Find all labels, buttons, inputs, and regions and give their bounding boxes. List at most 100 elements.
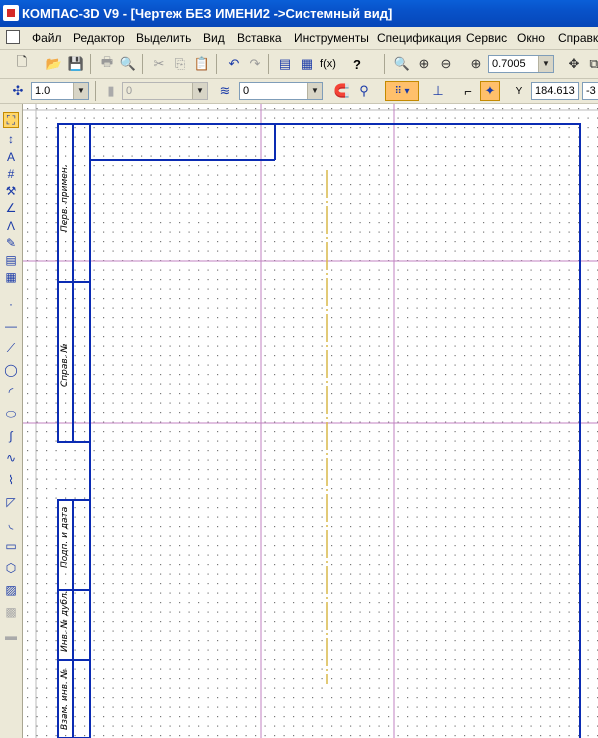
spec-icon[interactable]: ▤ — [3, 252, 19, 268]
separator — [142, 54, 143, 74]
separator — [384, 54, 385, 74]
redo-icon[interactable]: ↷ — [245, 54, 265, 74]
stamp-label-reference: Справ. № — [60, 343, 70, 387]
stamp-label-dup-inv: Инв. № дубл. — [60, 590, 70, 652]
dimension-icon[interactable]: ↕ — [3, 131, 19, 147]
zoom-in-icon[interactable]: ⊕ — [414, 54, 434, 74]
coord-x-field[interactable]: -3 — [582, 82, 598, 100]
separator — [90, 54, 91, 74]
save-icon[interactable]: 💾 — [66, 54, 86, 74]
menu-view[interactable]: Вид — [203, 31, 225, 45]
style-combo: 0 ▼ — [122, 82, 208, 100]
zoom-scale-icon[interactable]: ⊕ — [466, 54, 486, 74]
text-icon[interactable]: A — [3, 149, 19, 165]
print-preview-icon[interactable]: 🔍 — [118, 54, 138, 74]
layer-value: 0 — [243, 85, 250, 97]
separator — [216, 54, 217, 74]
menu-insert[interactable]: Вставка — [237, 31, 282, 45]
separator — [268, 54, 269, 74]
coord-y-value: 184.613 — [535, 85, 575, 97]
undo-icon[interactable]: ↶ — [224, 54, 244, 74]
circle-icon[interactable]: ◯ — [3, 362, 19, 378]
paste-icon[interactable]: 📋 — [192, 54, 212, 74]
snap-grid-icon[interactable]: ✦ — [480, 81, 500, 101]
ellipse-icon[interactable]: ⬭ — [3, 406, 19, 422]
document-icon[interactable] — [6, 30, 20, 44]
menu-help[interactable]: Справка — [558, 31, 598, 45]
layers-icon[interactable]: ≋ — [215, 81, 235, 101]
snap-local-icon[interactable]: ⚲ — [354, 81, 374, 101]
param-icon[interactable]: ∠ — [3, 200, 19, 216]
bezier-icon[interactable]: ∿ — [3, 450, 19, 466]
line-icon[interactable]: — — [3, 318, 19, 334]
coord-y-field[interactable]: 184.613 — [531, 82, 579, 100]
edit-icon[interactable]: ✎ — [3, 235, 19, 251]
manager-icon[interactable]: ▤ — [275, 54, 295, 74]
help-icon[interactable]: ? — [347, 54, 367, 74]
polygon-icon[interactable]: ⬡ — [3, 560, 19, 576]
zoom-icon[interactable]: 🔍 — [392, 54, 412, 74]
chevron-down-icon[interactable]: ▼ — [538, 56, 553, 72]
hatch2-icon[interactable]: ▨ — [3, 582, 19, 598]
scale-combo[interactable]: 1.0 ▼ — [31, 82, 89, 100]
magnet-icon[interactable]: 🧲 — [332, 81, 352, 101]
ortho-icon[interactable]: ⊥ — [428, 81, 448, 101]
separator — [95, 81, 96, 101]
zoom-out-icon[interactable]: ⊖ — [436, 54, 456, 74]
arc-tool-icon[interactable]: Λ — [3, 218, 19, 234]
menu-select[interactable]: Выделить — [136, 31, 191, 45]
drawing-canvas[interactable]: Перв. примен. Справ. № Подп. и дата Инв.… — [23, 104, 598, 738]
chevron-down-icon: ▼ — [192, 83, 207, 99]
menu-edit[interactable]: Редактор — [73, 31, 125, 45]
style-value: 0 — [126, 85, 133, 97]
round-icon[interactable]: ⌐ — [458, 81, 478, 101]
point-icon[interactable]: · — [3, 296, 19, 312]
new-document-icon[interactable]: 🗋 — [12, 54, 32, 74]
grid-dots — [23, 104, 598, 738]
copy-icon[interactable]: ⎘ — [170, 54, 190, 74]
arc-icon[interactable]: ◜ — [3, 384, 19, 400]
layer-combo[interactable]: 0 ▼ — [239, 82, 323, 100]
chevron-down-icon[interactable]: ▼ — [307, 83, 322, 99]
menu-service[interactable]: Сервис — [466, 31, 507, 45]
current-state-toolbar: ✣ 1.0 ▼ ▮ 0 ▼ ≋ 0 ▼ 🧲 ⚲ ⠿ ▾ ⊥ ⌐ ✦ Y 184.… — [0, 79, 598, 104]
rectangle-icon[interactable]: ▭ — [3, 538, 19, 554]
function-icon[interactable]: f(x) — [318, 54, 338, 74]
variables-icon[interactable]: ▦ — [297, 54, 317, 74]
spline-icon[interactable]: ∫ — [3, 428, 19, 444]
polyline-icon[interactable]: ⌇ — [3, 472, 19, 488]
standard-toolbar: 🗋 📂 💾 🖶 🔍 ✂ ⎘ 📋 ↶ ↷ ▤ ▦ f(x) ? 🔍 ⊕ ⊖ ⊕ 0… — [0, 50, 598, 79]
select-icon[interactable]: ⛶ — [3, 112, 19, 128]
chamfer-icon[interactable]: ◸ — [3, 494, 19, 510]
zoom-window-icon[interactable]: ⧉ — [584, 54, 598, 74]
hatch-icon[interactable]: # — [3, 166, 19, 182]
stamp-label-replace-inv: Взам. инв. № — [60, 668, 70, 730]
window-title: КОМПАС-3D V9 - [Чертеж БЕЗ ИМЕНИ2 ->Сист… — [22, 6, 393, 21]
grid-icon[interactable]: ⠿ ▾ — [385, 81, 419, 101]
fillet-icon[interactable]: ◟ — [3, 516, 19, 532]
scale-value: 1.0 — [35, 85, 51, 97]
zoom-value: 0.7005 — [492, 58, 526, 70]
drawing-svg[interactable] — [23, 104, 598, 738]
snap-icon[interactable]: ✣ — [8, 81, 28, 101]
menu-file[interactable]: Файл — [32, 31, 62, 45]
segment-icon[interactable]: ⟋ — [3, 340, 19, 356]
zoom-combo[interactable]: 0.7005 ▼ — [488, 55, 554, 73]
menu-specification[interactable]: Спецификация — [377, 31, 461, 45]
print-icon[interactable]: 🖶 — [97, 54, 117, 74]
cut-icon[interactable]: ✂ — [149, 54, 169, 74]
menu-window[interactable]: Окно — [517, 31, 545, 45]
cut-curve-icon: ▬ — [5, 629, 17, 643]
pan-icon[interactable]: ✥ — [564, 54, 584, 74]
style-icon: ▮ — [107, 83, 115, 98]
menu-tools[interactable]: Инструменты — [294, 31, 369, 45]
title-bar: КОМПАС-3D V9 - [Чертеж БЕЗ ИМЕНИ2 ->Сист… — [0, 0, 598, 27]
app-icon — [3, 5, 19, 21]
coord-icon: Y — [515, 85, 523, 97]
stamp-label-first-use: Перв. примен. — [60, 164, 70, 232]
menu-bar: Файл Редактор Выделить Вид Вставка Инстр… — [0, 27, 598, 50]
open-icon[interactable]: 📂 — [44, 54, 64, 74]
measure-icon[interactable]: ⚒ — [3, 183, 19, 199]
chevron-down-icon[interactable]: ▼ — [73, 83, 88, 99]
view-icon[interactable]: ▦ — [3, 269, 19, 285]
